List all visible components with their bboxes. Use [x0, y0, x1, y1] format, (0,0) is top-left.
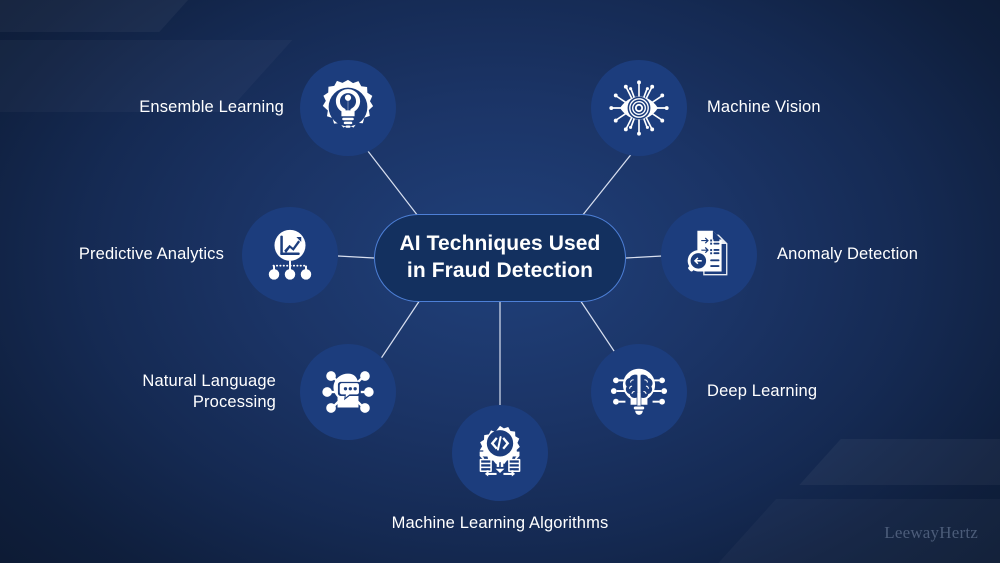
node-icon-predictive-analytics[interactable] — [242, 207, 338, 303]
node-icon-machine-learning-algorithms[interactable] — [452, 405, 548, 501]
label-predictive-analytics: Predictive Analytics — [78, 245, 224, 263]
node-icon-machine-vision[interactable] — [591, 60, 687, 156]
connector-to-machine-vision — [581, 146, 638, 217]
gear-code-dataflow-icon — [479, 425, 521, 477]
brand-watermark: LeewayHertz — [884, 523, 978, 542]
node-icon-anomaly-detection[interactable] — [661, 207, 757, 303]
label-machine-vision: Machine Vision — [707, 98, 821, 116]
node-icon-ensemble-learning[interactable] — [300, 60, 396, 156]
connector-to-ensemble-learning — [363, 145, 419, 217]
head-speech-network-icon — [322, 371, 374, 413]
connector-to-anomaly-detection — [625, 255, 663, 259]
center-node[interactable]: AI Techniques Used in Fraud Detection — [374, 214, 626, 302]
document-magnifier-icon — [687, 230, 728, 276]
label-ensemble-learning: Ensemble Learning — [139, 98, 284, 116]
growth-chart-network-icon — [268, 229, 312, 280]
brain-lightbulb-icon — [610, 368, 668, 415]
label-machine-learning-algorithms: Machine Learning Algorithms — [391, 514, 609, 532]
node-icon-natural-language-processing[interactable] — [300, 344, 396, 440]
circuit-eye-icon — [609, 80, 669, 136]
infographic-canvas: Ensemble Learning Machine Vision Predict… — [0, 0, 1000, 563]
label-anomaly-detection: Anomaly Detection — [777, 245, 919, 263]
center-node-title: AI Techniques Used in Fraud Detection — [399, 232, 601, 282]
connector-to-predictive-analytics — [337, 255, 375, 259]
label-deep-learning: Deep Learning — [707, 382, 818, 400]
connector-to-nlp — [379, 299, 421, 361]
label-natural-language-processing: Natural Language Processing — [142, 372, 276, 412]
gear-lightbulb-icon — [322, 79, 374, 128]
node-icon-deep-learning[interactable] — [591, 344, 687, 440]
